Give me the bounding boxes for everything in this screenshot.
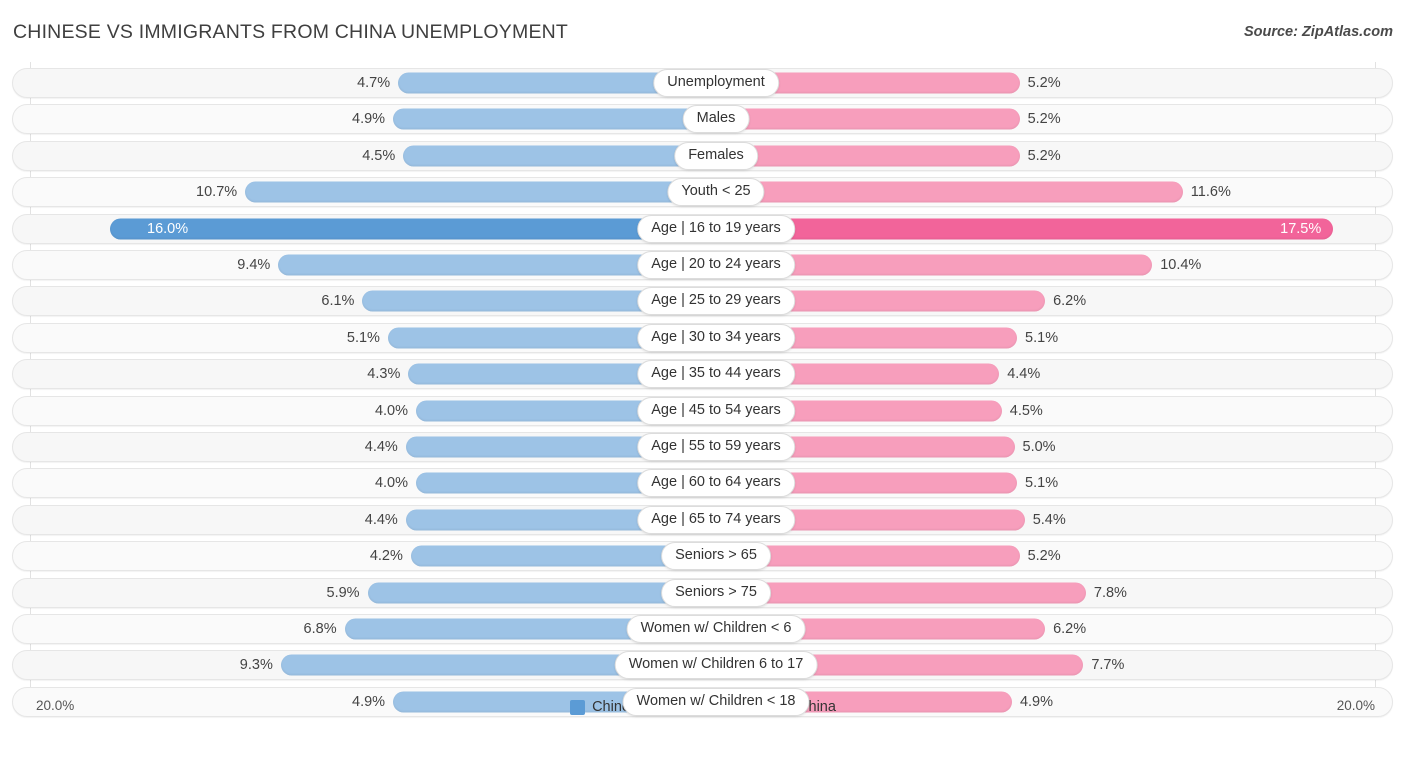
category-label[interactable]: Age | 30 to 34 years — [637, 323, 795, 352]
value-label-immigrants: 11.6% — [1190, 184, 1231, 201]
category-label[interactable]: Unemployment — [653, 69, 779, 97]
category-label[interactable]: Age | 65 to 74 years — [637, 505, 795, 534]
value-label-chinese: 4.0% — [374, 475, 408, 492]
category-label[interactable]: Women w/ Children < 6 — [626, 615, 806, 643]
value-label-immigrants: 10.4% — [1160, 257, 1202, 273]
value-label-chinese: 4.0% — [374, 402, 408, 419]
category-label[interactable]: Youth < 25 — [667, 178, 765, 207]
category-label[interactable]: Age | 55 to 59 years — [637, 433, 795, 461]
value-label-chinese: 9.4% — [237, 257, 271, 273]
category-label[interactable]: Age | 60 to 64 years — [637, 469, 795, 498]
bar-immigrants-from-china — [716, 218, 1334, 240]
value-label-chinese: 4.4% — [364, 439, 398, 455]
chart-row[interactable]: 9.4% 10.4% Age | 20 to 24 years — [12, 250, 1393, 280]
bar-chinese — [278, 254, 689, 276]
category-label[interactable]: Age | 35 to 44 years — [637, 360, 795, 389]
value-label-immigrants: 5.2% — [1027, 75, 1061, 91]
chart-row[interactable]: 4.3% 4.4% Age | 35 to 44 years — [12, 359, 1393, 390]
chart-row[interactable]: 6.1% 6.2% Age | 25 to 29 years — [12, 286, 1393, 317]
chart-row[interactable]: 5.1% 5.1% Age | 30 to 34 years — [12, 322, 1393, 353]
value-label-immigrants: 7.8% — [1093, 584, 1127, 601]
category-label[interactable]: Seniors > 65 — [661, 542, 771, 571]
legend-swatch-icon — [570, 699, 586, 715]
value-label-immigrants: 5.2% — [1027, 147, 1061, 164]
chart-row[interactable]: 4.0% 4.5% Age | 45 to 54 years — [12, 395, 1393, 426]
value-label-immigrants: 17.5% — [1280, 220, 1322, 237]
chart-row[interactable]: 6.8% 6.2% Women w/ Children < 6 — [12, 614, 1393, 644]
bar-chinese — [245, 181, 689, 203]
bar-immigrants-from-china — [716, 582, 1086, 604]
value-label-immigrants: 7.7% — [1091, 657, 1125, 674]
value-label-chinese: 16.0% — [147, 220, 189, 237]
value-label-immigrants: 5.0% — [1022, 439, 1056, 455]
bar-chinese — [393, 108, 689, 130]
chart-row[interactable]: 4.4% 5.0% Age | 55 to 59 years — [12, 432, 1393, 462]
value-label-immigrants: 4.5% — [1009, 402, 1043, 419]
value-label-chinese: 5.1% — [346, 329, 380, 346]
value-label-chinese: 4.4% — [364, 511, 398, 528]
bar-immigrants-from-china — [716, 145, 1020, 167]
value-label-chinese: 4.5% — [362, 147, 396, 164]
source-label: Source: ZipAtlas.com — [1243, 24, 1393, 40]
bar-chinese — [398, 72, 689, 94]
value-label-immigrants: 5.4% — [1032, 511, 1066, 528]
value-label-chinese: 10.7% — [196, 184, 238, 201]
bar-immigrants-from-china — [716, 108, 1020, 130]
value-label-chinese: 6.1% — [321, 293, 355, 310]
chart-row[interactable]: 9.3% 7.7% Women w/ Children 6 to 17 — [12, 650, 1393, 681]
value-label-immigrants: 5.2% — [1027, 548, 1061, 565]
chart-row[interactable]: 5.9% 7.8% Seniors > 75 — [12, 577, 1393, 608]
chart-row[interactable]: 4.9% 5.2% Males — [12, 104, 1393, 135]
chart-row[interactable]: 16.0% 17.5% Age | 16 to 19 years — [12, 213, 1393, 244]
bar-immigrants-from-china — [716, 181, 1183, 203]
category-label[interactable]: Women w/ Children 6 to 17 — [614, 651, 818, 680]
category-label[interactable]: Males — [682, 105, 750, 134]
value-label-immigrants: 4.4% — [1007, 366, 1041, 383]
category-label[interactable]: Seniors > 75 — [661, 578, 771, 607]
bar-chinese — [367, 582, 689, 604]
bar-chinese — [403, 145, 689, 167]
value-label-chinese: 5.9% — [326, 584, 360, 601]
chart-row[interactable]: 4.4% 5.4% Age | 65 to 74 years — [12, 504, 1393, 535]
value-label-immigrants: 6.2% — [1053, 621, 1087, 637]
category-label[interactable]: Women w/ Children < 18 — [622, 687, 810, 716]
value-label-chinese: 4.7% — [357, 75, 391, 91]
value-label-immigrants: 5.1% — [1025, 475, 1059, 492]
category-label[interactable]: Age | 20 to 24 years — [637, 251, 795, 279]
chart-row[interactable]: 4.7% 5.2% Unemployment — [12, 68, 1393, 98]
value-label-chinese: 4.3% — [367, 366, 401, 383]
value-label-chinese: 4.2% — [369, 548, 403, 565]
category-label[interactable]: Age | 45 to 54 years — [637, 396, 795, 425]
bar-chinese — [110, 218, 689, 240]
value-label-chinese: 6.8% — [303, 621, 337, 637]
chart-row[interactable]: 4.2% 5.2% Seniors > 65 — [12, 541, 1393, 572]
category-label[interactable]: Age | 25 to 29 years — [637, 287, 795, 316]
chart-row[interactable]: 10.7% 11.6% Youth < 25 — [12, 177, 1393, 208]
chart-row[interactable]: 4.5% 5.2% Females — [12, 140, 1393, 171]
bar-chinese — [410, 545, 689, 567]
chart-row[interactable]: 4.0% 5.1% Age | 60 to 64 years — [12, 468, 1393, 499]
value-label-immigrants: 5.1% — [1025, 329, 1059, 346]
category-label[interactable]: Females — [674, 141, 758, 170]
value-label-chinese: 4.9% — [352, 111, 386, 128]
value-label-immigrants: 5.2% — [1027, 111, 1061, 128]
chart-plot-area: 4.7% 5.2% Unemployment 4.9% 5.2% Males 4.5% 5.2… — [0, 62, 1406, 717]
page-title: CHINESE VS IMMIGRANTS FROM CHINA UNEMPLO… — [13, 21, 569, 43]
value-label-immigrants: 6.2% — [1053, 293, 1087, 310]
value-label-chinese: 9.3% — [239, 657, 273, 674]
category-label[interactable]: Age | 16 to 19 years — [637, 214, 795, 243]
